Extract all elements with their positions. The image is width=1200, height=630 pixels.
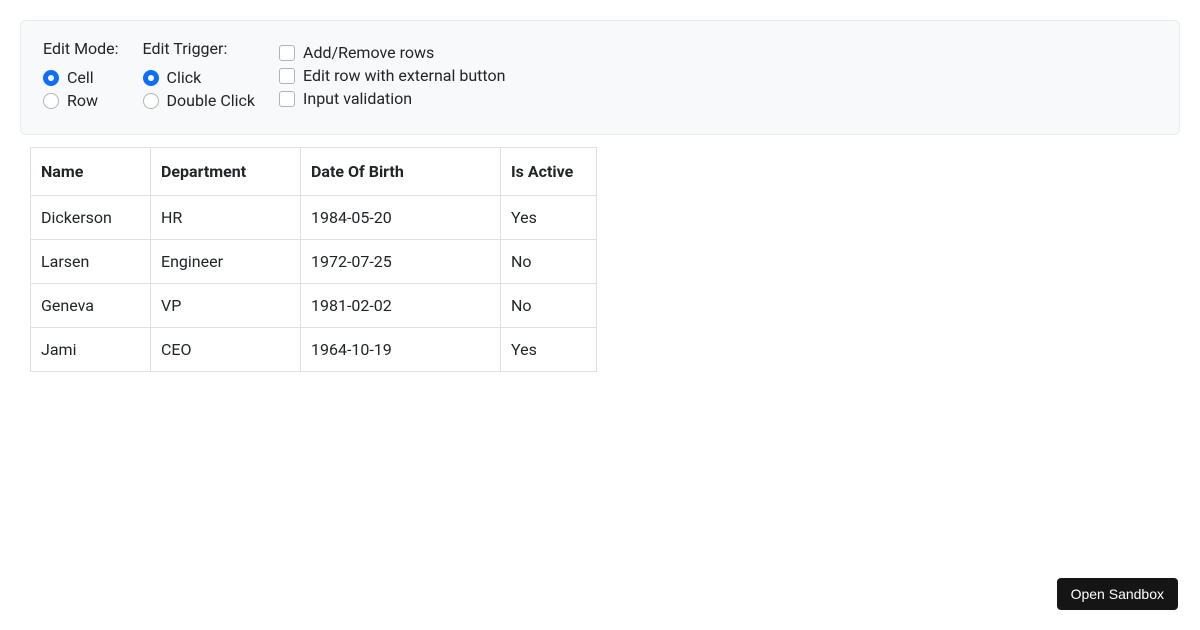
- table-row[interactable]: Jami CEO 1964-10-19 Yes: [31, 328, 597, 372]
- radio-label: Click: [167, 68, 202, 87]
- table-row[interactable]: Dickerson HR 1984-05-20 Yes: [31, 196, 597, 240]
- edit-mode-radios: Cell Row: [43, 68, 119, 110]
- column-header-dob[interactable]: Date Of Birth: [301, 148, 501, 196]
- radio-edit-mode-cell[interactable]: Cell: [43, 68, 119, 87]
- cell-department[interactable]: VP: [151, 284, 301, 328]
- edit-trigger-group: Edit Trigger: Click Double Click: [143, 39, 255, 110]
- cell-department[interactable]: CEO: [151, 328, 301, 372]
- radio-edit-trigger-click[interactable]: Click: [143, 68, 255, 87]
- table-row[interactable]: Larsen Engineer 1972-07-25 No: [31, 240, 597, 284]
- extras-group: Add/Remove rows Edit row with external b…: [279, 39, 505, 110]
- checkbox-input[interactable]: [279, 45, 295, 61]
- radio-input[interactable]: [43, 93, 59, 109]
- table-header-row: Name Department Date Of Birth Is Active: [31, 148, 597, 196]
- column-header-is-active[interactable]: Is Active: [501, 148, 597, 196]
- checkbox-label: Edit row with external button: [303, 66, 505, 85]
- cell-dob[interactable]: 1981-02-02: [301, 284, 501, 328]
- radio-label: Row: [67, 91, 98, 110]
- radio-edit-mode-row[interactable]: Row: [43, 91, 119, 110]
- checkbox-add-remove-rows[interactable]: Add/Remove rows: [279, 43, 505, 62]
- radio-label: Cell: [67, 68, 94, 87]
- checkbox-edit-row-external[interactable]: Edit row with external button: [279, 66, 505, 85]
- table-row[interactable]: Geneva VP 1981-02-02 No: [31, 284, 597, 328]
- open-sandbox-button[interactable]: Open Sandbox: [1057, 578, 1178, 610]
- edit-trigger-title: Edit Trigger:: [143, 39, 255, 58]
- radio-input[interactable]: [143, 93, 159, 109]
- extras-checkboxes: Add/Remove rows Edit row with external b…: [279, 43, 505, 108]
- cell-is-active[interactable]: Yes: [501, 196, 597, 240]
- radio-edit-trigger-double-click[interactable]: Double Click: [143, 91, 255, 110]
- edit-trigger-radios: Click Double Click: [143, 68, 255, 110]
- cell-is-active[interactable]: No: [501, 240, 597, 284]
- radio-input[interactable]: [43, 70, 59, 86]
- cell-is-active[interactable]: Yes: [501, 328, 597, 372]
- options-panel: Edit Mode: Cell Row Edit Trigger: Click …: [20, 20, 1180, 135]
- cell-name[interactable]: Larsen: [31, 240, 151, 284]
- cell-name[interactable]: Geneva: [31, 284, 151, 328]
- cell-dob[interactable]: 1964-10-19: [301, 328, 501, 372]
- cell-department[interactable]: HR: [151, 196, 301, 240]
- cell-is-active[interactable]: No: [501, 284, 597, 328]
- checkbox-label: Add/Remove rows: [303, 43, 434, 62]
- cell-dob[interactable]: 1984-05-20: [301, 196, 501, 240]
- cell-dob[interactable]: 1972-07-25: [301, 240, 501, 284]
- cell-department[interactable]: Engineer: [151, 240, 301, 284]
- cell-name[interactable]: Dickerson: [31, 196, 151, 240]
- checkbox-input[interactable]: [279, 91, 295, 107]
- column-header-department[interactable]: Department: [151, 148, 301, 196]
- edit-mode-title: Edit Mode:: [43, 39, 119, 58]
- checkbox-input-validation[interactable]: Input validation: [279, 89, 505, 108]
- column-header-name[interactable]: Name: [31, 148, 151, 196]
- radio-label: Double Click: [167, 91, 255, 110]
- data-table: Name Department Date Of Birth Is Active …: [30, 147, 597, 372]
- edit-mode-group: Edit Mode: Cell Row: [43, 39, 119, 110]
- checkbox-label: Input validation: [303, 89, 412, 108]
- table-container: Name Department Date Of Birth Is Active …: [20, 147, 1180, 372]
- cell-name[interactable]: Jami: [31, 328, 151, 372]
- radio-input[interactable]: [143, 70, 159, 86]
- checkbox-input[interactable]: [279, 68, 295, 84]
